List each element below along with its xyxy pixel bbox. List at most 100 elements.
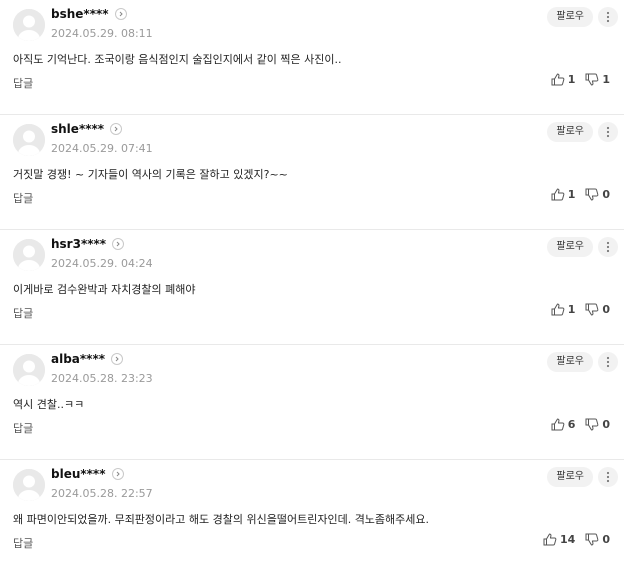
avatar[interactable] xyxy=(13,124,45,156)
default-avatar-icon xyxy=(13,9,45,41)
comment-actions: 팔로우 xyxy=(547,467,618,487)
more-options-icon xyxy=(606,241,610,253)
vote-area: 14 0 xyxy=(543,533,610,546)
comment-item: bshe**** 2024.05.29. 08:11 팔로우 아직도 기억난다.… xyxy=(0,0,624,115)
dislike-count: 0 xyxy=(602,188,610,201)
more-options-button[interactable] xyxy=(598,352,618,372)
comment-text: 역시 견찰..ㅋㅋ xyxy=(13,398,85,411)
thumbs-up-icon xyxy=(551,73,565,86)
comment-timestamp: 2024.05.28. 22:57 xyxy=(51,487,153,500)
thumbs-up-icon xyxy=(551,303,565,316)
comment-actions: 팔로우 xyxy=(547,237,618,257)
username[interactable]: bleu**** xyxy=(51,467,106,481)
profile-link-button[interactable] xyxy=(111,468,124,480)
like-count: 1 xyxy=(567,303,576,316)
like-count: 1 xyxy=(567,188,576,201)
comment-item: shle**** 2024.05.29. 07:41 팔로우 거짓말 경쟁! ~… xyxy=(0,115,624,230)
more-options-icon xyxy=(606,11,610,23)
user-line: alba**** xyxy=(51,352,123,366)
default-avatar-icon xyxy=(13,469,45,501)
user-line: bleu**** xyxy=(51,467,124,481)
thumbs-up-icon xyxy=(551,418,565,431)
dislike-button[interactable]: 0 xyxy=(585,418,610,431)
comment-timestamp: 2024.05.29. 04:24 xyxy=(51,257,153,270)
dislike-button[interactable]: 0 xyxy=(585,533,610,546)
comment-actions: 팔로우 xyxy=(547,122,618,142)
username[interactable]: bshe**** xyxy=(51,7,109,21)
vote-area: 1 0 xyxy=(551,303,610,316)
like-count: 6 xyxy=(567,418,576,431)
like-button[interactable]: 1 xyxy=(551,188,576,201)
profile-link-button[interactable] xyxy=(110,123,123,135)
dislike-button[interactable]: 0 xyxy=(585,303,610,316)
comment-text: 이게바로 검수완박과 자치경찰의 폐해야 xyxy=(13,283,196,296)
vote-area: 1 0 xyxy=(551,188,610,201)
reply-button[interactable]: 답글 xyxy=(13,305,33,321)
chevron-right-icon xyxy=(114,126,118,132)
like-button[interactable]: 6 xyxy=(551,418,576,431)
more-options-button[interactable] xyxy=(598,467,618,487)
vote-area: 6 0 xyxy=(551,418,610,431)
follow-button[interactable]: 팔로우 xyxy=(547,122,593,142)
comment-text: 아직도 기억난다. 조국이랑 음식점인지 술집인지에서 같이 찍은 사진이.. xyxy=(13,53,342,66)
comment-actions: 팔로우 xyxy=(547,7,618,27)
like-count: 14 xyxy=(560,533,576,546)
thumbs-down-icon xyxy=(585,303,599,316)
reply-button[interactable]: 답글 xyxy=(13,190,33,206)
thumbs-down-icon xyxy=(585,188,599,201)
more-options-icon xyxy=(606,471,610,483)
thumbs-up-icon xyxy=(543,533,557,546)
chevron-right-icon xyxy=(119,11,123,17)
reply-button[interactable]: 답글 xyxy=(13,75,33,91)
more-options-icon xyxy=(606,356,610,368)
thumbs-down-icon xyxy=(585,533,599,546)
chevron-right-icon xyxy=(116,471,120,477)
like-count: 1 xyxy=(567,73,576,86)
comment-timestamp: 2024.05.29. 07:41 xyxy=(51,142,153,155)
thumbs-down-icon xyxy=(585,73,599,86)
follow-button[interactable]: 팔로우 xyxy=(547,237,593,257)
default-avatar-icon xyxy=(13,124,45,156)
follow-button[interactable]: 팔로우 xyxy=(547,467,593,487)
like-button[interactable]: 1 xyxy=(551,73,576,86)
more-options-button[interactable] xyxy=(598,237,618,257)
dislike-button[interactable]: 0 xyxy=(585,188,610,201)
username[interactable]: shle**** xyxy=(51,122,104,136)
user-line: bshe**** xyxy=(51,7,127,21)
more-options-button[interactable] xyxy=(598,122,618,142)
dislike-count: 0 xyxy=(602,303,610,316)
avatar[interactable] xyxy=(13,9,45,41)
user-line: hsr3**** xyxy=(51,237,125,251)
avatar[interactable] xyxy=(13,354,45,386)
comment-list: bshe**** 2024.05.29. 08:11 팔로우 아직도 기억난다.… xyxy=(0,0,624,575)
dislike-count: 0 xyxy=(602,533,610,546)
profile-link-button[interactable] xyxy=(112,238,125,250)
comment-item: bleu**** 2024.05.28. 22:57 팔로우 왜 파면이안되었을… xyxy=(0,460,624,575)
comment-text: 왜 파면이안되었을까. 무죄판정이라고 해도 경찰의 위신을떨어트린자인데. 격… xyxy=(13,513,430,526)
dislike-count: 0 xyxy=(602,418,610,431)
user-line: shle**** xyxy=(51,122,123,136)
profile-link-button[interactable] xyxy=(114,8,127,20)
thumbs-down-icon xyxy=(585,418,599,431)
like-button[interactable]: 14 xyxy=(543,533,575,546)
profile-link-button[interactable] xyxy=(111,353,123,365)
comment-text: 거짓말 경쟁! ~ 기자들이 역사의 기록은 잘하고 있겠지?~~ xyxy=(13,168,288,181)
follow-button[interactable]: 팔로우 xyxy=(547,7,593,27)
dislike-button[interactable]: 1 xyxy=(585,73,610,86)
like-button[interactable]: 1 xyxy=(551,303,576,316)
thumbs-up-icon xyxy=(551,188,565,201)
username[interactable]: hsr3**** xyxy=(51,237,106,251)
more-options-button[interactable] xyxy=(598,7,618,27)
dislike-count: 1 xyxy=(602,73,610,86)
default-avatar-icon xyxy=(13,354,45,386)
chevron-right-icon xyxy=(116,241,120,247)
follow-button[interactable]: 팔로우 xyxy=(547,352,593,372)
reply-button[interactable]: 답글 xyxy=(13,535,33,551)
avatar[interactable] xyxy=(13,469,45,501)
username[interactable]: alba**** xyxy=(51,352,105,366)
default-avatar-icon xyxy=(13,239,45,271)
avatar[interactable] xyxy=(13,239,45,271)
reply-button[interactable]: 답글 xyxy=(13,420,33,436)
comment-actions: 팔로우 xyxy=(547,352,618,372)
chevron-right-icon xyxy=(115,356,119,362)
